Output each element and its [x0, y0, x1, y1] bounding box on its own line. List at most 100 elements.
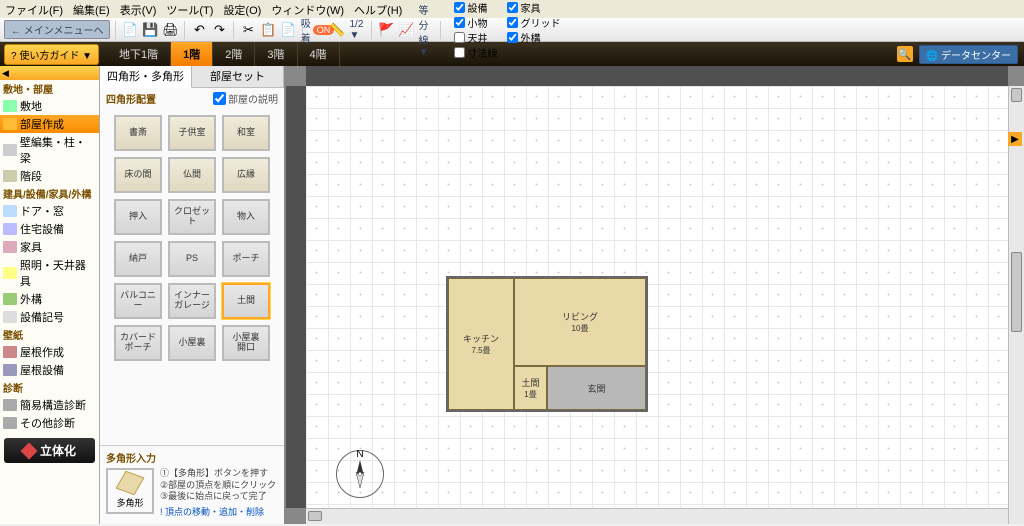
scale-dropdown[interactable]: 1/2 ▼ — [348, 21, 366, 39]
sidebar-item[interactable]: 屋根作成 — [0, 343, 99, 361]
room-desc-check[interactable]: 部屋の説明 — [213, 91, 278, 106]
undo-icon[interactable]: ↶ — [190, 21, 208, 39]
view-toggle[interactable]: グリッド — [507, 15, 560, 30]
sidebar-item-icon — [3, 205, 17, 217]
sidebar-item[interactable]: 住宅設備 — [0, 220, 99, 238]
guide-button[interactable]: ? 使い方ガイド ▼ — [4, 44, 99, 65]
room-type-button[interactable]: バルコニー — [114, 283, 162, 319]
sidebar-item[interactable]: ドア・窓 — [0, 202, 99, 220]
menu-item[interactable]: 表示(V) — [120, 2, 157, 16]
menu-item[interactable]: ヘルプ(H) — [354, 2, 402, 16]
room-type-button[interactable]: カバード ポーチ — [114, 325, 162, 361]
ruler-horizontal — [306, 66, 1008, 86]
sidebar-category: 診断 — [0, 379, 99, 396]
sidebar-item[interactable]: 照明・天井器具 — [0, 256, 99, 290]
room-doma[interactable]: 土間 1畳 — [514, 366, 547, 410]
scrollbar-vertical[interactable] — [1008, 86, 1024, 524]
room-palette-grid: 書斎子供室和室床の間仏間広縁押入クロゼット物入納戸PSポーチバルコニーインナー … — [100, 109, 284, 367]
flag-icon[interactable]: 🚩 — [377, 21, 395, 39]
nav-arrow-right[interactable]: ▶ — [1008, 132, 1022, 146]
view-toggle[interactable]: 小物 — [454, 15, 497, 30]
sidebar-item[interactable]: 設備記号 — [0, 308, 99, 326]
view-toggle[interactable]: 寸法線 — [454, 45, 497, 60]
sidebar-item[interactable]: 家具 — [0, 238, 99, 256]
view-toggle[interactable]: 家具 — [507, 0, 560, 15]
room-type-button[interactable]: 物入 — [222, 199, 270, 235]
palette-section-title: 四角形配置 — [106, 91, 156, 106]
view-toggle[interactable]: 外構 — [507, 30, 560, 45]
sidebar-category: 敷地・部屋 — [0, 80, 99, 97]
new-icon[interactable]: 📄 — [121, 21, 139, 39]
cut-icon[interactable]: ✂ — [239, 21, 257, 39]
sidebar-item-icon — [3, 144, 17, 156]
room-type-button[interactable]: 広縁 — [222, 157, 270, 193]
redo-icon[interactable]: ↷ — [210, 21, 228, 39]
sidebar-item[interactable]: 敷地 — [0, 97, 99, 115]
threed-button[interactable]: 立体化 — [4, 438, 95, 463]
sidebar: ◀ 敷地・部屋敷地部屋作成壁編集・柱・梁階段建具/設備/家具/外構ドア・窓住宅設… — [0, 66, 100, 524]
linetype-dropdown[interactable]: 等分線 ▼ — [417, 21, 435, 39]
sidebar-item[interactable]: その他診断 — [0, 414, 99, 432]
palette-tab[interactable]: 四角形・多角形 — [100, 66, 192, 88]
sidebar-item[interactable]: 階段 — [0, 167, 99, 185]
room-type-button[interactable]: 書斎 — [114, 115, 162, 151]
sidebar-scroll[interactable]: ◀ — [0, 66, 99, 80]
save-icon[interactable]: 💾 — [141, 21, 159, 39]
canvas[interactable]: キッチン 7.5畳 リビング 10畳 土間 1畳 玄関 — [306, 86, 1008, 508]
floor-tab[interactable]: 2階 — [213, 42, 255, 66]
floorplan[interactable]: キッチン 7.5畳 リビング 10畳 土間 1畳 玄関 — [446, 276, 648, 412]
main-toolbar: ← メインメニューへ 📄 💾 🖨 ↶ ↷ ✂ 📋 📄 吸着ON 📏 1/2 ▼ … — [0, 18, 1024, 42]
room-type-button[interactable]: 納戸 — [114, 241, 162, 277]
floor-tab[interactable]: 4階 — [298, 42, 340, 66]
palette-tabs: 四角形・多角形部屋セット — [100, 66, 284, 88]
room-kitchen[interactable]: キッチン 7.5畳 — [448, 278, 514, 410]
room-type-button[interactable]: 床の間 — [114, 157, 162, 193]
room-living[interactable]: リビング 10畳 — [514, 278, 646, 366]
menu-item[interactable]: ファイル(F) — [5, 2, 63, 16]
ruler-icon[interactable]: 📏 — [328, 21, 346, 39]
room-type-button[interactable]: 土間 — [222, 283, 270, 319]
room-type-button[interactable]: PS — [168, 241, 216, 277]
room-type-button[interactable]: クロゼット — [168, 199, 216, 235]
sidebar-item[interactable]: 壁編集・柱・梁 — [0, 133, 99, 167]
sidebar-item[interactable]: 外構 — [0, 290, 99, 308]
room-type-button[interactable]: 子供室 — [168, 115, 216, 151]
polygon-help-text: ①【多角形】ボタンを押す ②部屋の頂点を順にクリック ③最後に始点に戻って完了 — [160, 468, 278, 503]
sidebar-item-icon — [3, 267, 17, 279]
paste-icon[interactable]: 📄 — [279, 21, 297, 39]
sidebar-item[interactable]: 部屋作成 — [0, 115, 99, 133]
view-toggle[interactable]: 天井 — [454, 30, 497, 45]
palette-tab[interactable]: 部屋セット — [192, 66, 284, 87]
room-type-button[interactable]: 小屋裏 — [168, 325, 216, 361]
room-type-button[interactable]: ポーチ — [222, 241, 270, 277]
view-toggle[interactable]: 設備 — [454, 0, 497, 15]
polygon-hint-link[interactable]: ! 頂点の移動・追加・削除 — [160, 505, 278, 518]
room-type-button[interactable]: 仏間 — [168, 157, 216, 193]
room-type-button[interactable]: 小屋裏 開口 — [222, 325, 270, 361]
menu-item[interactable]: 編集(E) — [73, 2, 110, 16]
sidebar-item[interactable]: 簡易構造診断 — [0, 396, 99, 414]
search-icon[interactable]: 🔍 — [897, 46, 913, 62]
room-type-button[interactable]: 押入 — [114, 199, 162, 235]
floor-tab[interactable]: 3階 — [255, 42, 297, 66]
room-type-button[interactable]: インナー ガレージ — [168, 283, 216, 319]
menu-item[interactable]: ツール(T) — [166, 2, 213, 16]
datacenter-button[interactable]: 🌐 データセンター — [919, 45, 1018, 64]
print-icon[interactable]: 🖨 — [161, 21, 179, 39]
scrollbar-horizontal[interactable] — [306, 508, 1008, 524]
floor-tab[interactable]: 地下1階 — [107, 42, 171, 66]
canvas-area: キッチン 7.5畳 リビング 10畳 土間 1畳 玄関 — [286, 66, 1024, 524]
floor-tab[interactable]: 1階 — [171, 42, 213, 66]
room-genkan[interactable]: 玄関 — [547, 366, 646, 410]
room-type-button[interactable]: 和室 — [222, 115, 270, 151]
back-button[interactable]: ← メインメニューへ — [4, 20, 110, 39]
copy-icon[interactable]: 📋 — [259, 21, 277, 39]
sidebar-item-icon — [3, 346, 17, 358]
line-icon[interactable]: 📈 — [397, 21, 415, 39]
sidebar-item-icon — [3, 417, 17, 429]
sidebar-item-icon — [3, 241, 17, 253]
polygon-button[interactable]: 多角形 — [106, 468, 154, 514]
menu-item[interactable]: 設定(O) — [223, 2, 261, 16]
snap-toggle[interactable]: 吸着ON — [308, 21, 326, 39]
sidebar-item[interactable]: 屋根設備 — [0, 361, 99, 379]
